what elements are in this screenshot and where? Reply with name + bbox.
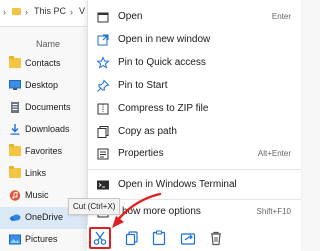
nav-item-links[interactable]: Links xyxy=(0,163,95,185)
menu-item-label: Copy as path xyxy=(118,126,177,137)
menu-item-label: Open in Windows Terminal xyxy=(118,179,237,190)
nav-item-label: Pictures xyxy=(25,234,58,244)
menu-item-label: Compress to ZIP file xyxy=(118,103,209,114)
menu-item-label: Properties xyxy=(118,148,164,159)
copy-path-icon xyxy=(96,125,110,139)
desktop-icon xyxy=(9,80,21,91)
chevron-right-icon: › xyxy=(70,7,73,17)
nav-item-label: Desktop xyxy=(25,80,59,90)
new-window-icon xyxy=(96,33,110,47)
nav-item-label: Music xyxy=(25,190,49,200)
breadcrumb-this-pc[interactable]: This PC xyxy=(34,6,66,16)
nav-item-label: Contacts xyxy=(25,58,61,68)
pictures-icon xyxy=(9,234,21,245)
menu-item-properties[interactable]: Properties Alt+Enter xyxy=(88,143,301,165)
nav-item-contacts[interactable]: Contacts xyxy=(0,53,95,75)
nav-item-label: Favorites xyxy=(25,146,63,156)
nav-item-favorites[interactable]: Favorites xyxy=(0,141,95,163)
chevron-right-icon: › xyxy=(25,7,28,17)
properties-icon xyxy=(96,147,110,161)
menu-item-open-new-window[interactable]: Open in new window xyxy=(88,29,301,51)
zip-icon xyxy=(96,102,110,116)
documents-icon xyxy=(9,102,21,113)
red-arrow-annotation xyxy=(112,192,162,228)
delete-icon[interactable] xyxy=(207,229,225,247)
downloads-icon xyxy=(9,124,21,135)
menu-divider xyxy=(88,169,301,170)
menu-item-open[interactable]: Open Enter xyxy=(88,6,301,28)
chevron-left-icon[interactable]: › xyxy=(3,7,6,17)
pin-start-icon xyxy=(96,79,110,93)
nav-item-label: Downloads xyxy=(25,124,70,134)
nav-item-label: OneDrive xyxy=(25,212,64,222)
nav-item-downloads[interactable]: Downloads xyxy=(0,119,95,141)
menu-item-compress-zip[interactable]: Compress to ZIP file xyxy=(88,98,301,120)
menu-item-copy-as-path[interactable]: Copy as path xyxy=(88,121,301,143)
column-header-name[interactable]: Name xyxy=(36,39,60,49)
folder-icon xyxy=(12,8,21,15)
open-icon xyxy=(96,10,110,24)
nav-item-label: Documents xyxy=(25,102,71,112)
pin-icon xyxy=(96,56,110,70)
favorites-icon xyxy=(9,144,21,157)
music-icon xyxy=(9,190,21,201)
menu-item-label: Open xyxy=(118,11,143,22)
menu-item-pin-quick-access[interactable]: Pin to Quick access xyxy=(88,52,301,74)
menu-item-label: Pin to Start xyxy=(118,80,168,91)
menu-item-label: Pin to Quick access xyxy=(118,57,206,68)
file-explorer-window: › › This PC › V Name Contacts Desktop Do… xyxy=(0,0,301,251)
folder-icon xyxy=(9,56,21,69)
menu-item-shortcut: Enter xyxy=(271,12,291,21)
menu-item-shortcut: Shift+F10 xyxy=(256,207,291,216)
nav-item-desktop[interactable]: Desktop xyxy=(0,75,95,97)
menu-item-shortcut: Alt+Enter xyxy=(257,149,291,158)
share-icon[interactable] xyxy=(179,229,197,247)
nav-item-label: Links xyxy=(25,168,47,178)
onedrive-icon xyxy=(9,212,21,223)
folder-icon xyxy=(9,166,21,179)
menu-item-pin-start[interactable]: Pin to Start xyxy=(88,75,301,97)
nav-item-pictures[interactable]: Pictures xyxy=(0,229,95,251)
breadcrumb-current[interactable]: V xyxy=(79,6,85,16)
nav-item-documents[interactable]: Documents xyxy=(0,97,95,119)
menu-item-label: Open in new window xyxy=(118,34,211,45)
address-bar[interactable]: › › This PC › V xyxy=(0,0,95,27)
